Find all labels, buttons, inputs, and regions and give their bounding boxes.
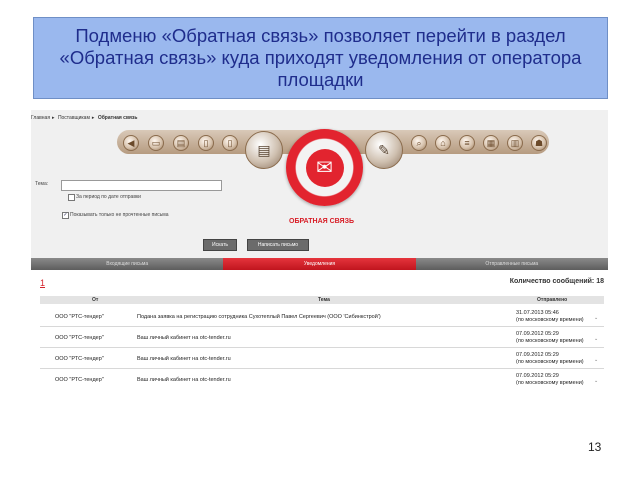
- app-screenshot: Главная ▸ Поставщикам ▸ Обратная связь ◀ ▭…: [31, 110, 608, 388]
- home-icon[interactable]: ⌂: [435, 135, 451, 151]
- list-icon[interactable]: ≡: [459, 135, 475, 151]
- row-date: 31.07.2013 05:46 (по московскому времени): [516, 310, 584, 323]
- column-sent[interactable]: Отправлено: [537, 297, 567, 303]
- unread-checkbox-label: Показывать только не прочтенные письма: [70, 212, 169, 218]
- ticket-icon[interactable]: ✎: [365, 131, 403, 169]
- table-row[interactable]: ООО "РТС-тендер" Ваш личный кабинет на o…: [40, 349, 604, 369]
- period-checkbox-label: За период по дате отправки: [76, 194, 141, 200]
- feedback-envelope-icon[interactable]: ✉: [286, 129, 363, 206]
- table-row[interactable]: ООО "РТС-тендер" Ваш личный кабинет на o…: [40, 370, 604, 388]
- write-letter-button[interactable]: Написать письмо: [247, 239, 309, 251]
- row-from: ООО "РТС-тендер": [55, 377, 104, 383]
- row-subject[interactable]: Ваш личный кабинет на otc-tender.ru: [137, 356, 231, 362]
- column-subject[interactable]: Тема: [318, 297, 330, 303]
- briefcase-icon[interactable]: ▤: [173, 135, 189, 151]
- period-checkbox[interactable]: [68, 194, 75, 201]
- row-subject[interactable]: Подана заявка на регистрацию сотрудника …: [137, 314, 381, 320]
- section-label: ОБРАТНАЯ СВЯЗЬ: [289, 218, 354, 225]
- envelope-icon: ✉: [305, 148, 344, 187]
- row-date: 07.09.2012 05:29 (по московскому времени): [516, 373, 584, 386]
- printer-icon[interactable]: ▥: [507, 135, 523, 151]
- papers-icon[interactable]: ▯: [222, 135, 238, 151]
- archive-icon[interactable]: ▦: [483, 135, 499, 151]
- row-from: ООО "РТС-тендер": [55, 335, 104, 341]
- documents-stack-icon[interactable]: ▤: [245, 131, 283, 169]
- search-icon[interactable]: ⌕: [411, 135, 427, 151]
- back-arrow-icon[interactable]: ◀: [123, 135, 139, 151]
- column-from[interactable]: От: [92, 297, 98, 303]
- folder-icon[interactable]: ▭: [148, 135, 164, 151]
- chevron-down-icon[interactable]: ⌄: [594, 315, 598, 321]
- chevron-down-icon[interactable]: ⌄: [594, 357, 598, 363]
- banner-text: Подменю «Обратная связь» позволяет перей…: [59, 25, 582, 90]
- page-link[interactable]: 1: [40, 278, 45, 288]
- tab-sent[interactable]: Отправленные письма: [415, 258, 608, 270]
- row-date: 07.09.2012 05:29 (по московскому времени): [516, 352, 584, 365]
- row-subject[interactable]: Ваш личный кабинет на otc-tender.ru: [137, 377, 231, 383]
- unread-checkbox[interactable]: ✓: [62, 212, 69, 219]
- table-row[interactable]: ООО "РТС-тендер" Подана заявка на регист…: [40, 307, 604, 327]
- breadcrumb-suppliers[interactable]: Поставщикам: [58, 115, 90, 121]
- slide-page-number: 13: [588, 440, 602, 454]
- breadcrumb: Главная ▸ Поставщикам ▸ Обратная связь: [31, 115, 138, 121]
- row-from: ООО "РТС-тендер": [55, 314, 104, 320]
- breadcrumb-current: Обратная связь: [97, 115, 138, 121]
- document-icon[interactable]: ▯: [198, 135, 214, 151]
- search-button[interactable]: Искать: [203, 239, 237, 251]
- user-icon[interactable]: ☗: [531, 135, 547, 151]
- table-row[interactable]: ООО "РТС-тендер" Ваш личный кабинет на o…: [40, 328, 604, 348]
- topic-input[interactable]: [61, 180, 222, 191]
- topic-label: Тема:: [35, 181, 49, 187]
- tab-notifications[interactable]: Уведомления: [223, 258, 416, 270]
- mail-tabs: Входящие письма Уведомления Отправленные…: [31, 258, 608, 270]
- tab-inbox[interactable]: Входящие письма: [31, 258, 224, 270]
- chevron-down-icon[interactable]: ⌄: [594, 378, 598, 384]
- title-banner: Подменю «Обратная связь» позволяет перей…: [33, 17, 608, 99]
- row-subject[interactable]: Ваш личный кабинет на otc-tender.ru: [137, 335, 231, 341]
- table-header: От Тема Отправлено: [40, 296, 604, 304]
- message-count: Количество сообщений: 18: [509, 278, 604, 285]
- breadcrumb-home[interactable]: Главная: [31, 115, 50, 121]
- row-date: 07.09.2012 05:29 (по московскому времени): [516, 331, 584, 344]
- chevron-down-icon[interactable]: ⌄: [594, 336, 598, 342]
- row-from: ООО "РТС-тендер": [55, 356, 104, 362]
- messages-panel: 1 Количество сообщений: 18 От Тема Отпра…: [31, 270, 608, 388]
